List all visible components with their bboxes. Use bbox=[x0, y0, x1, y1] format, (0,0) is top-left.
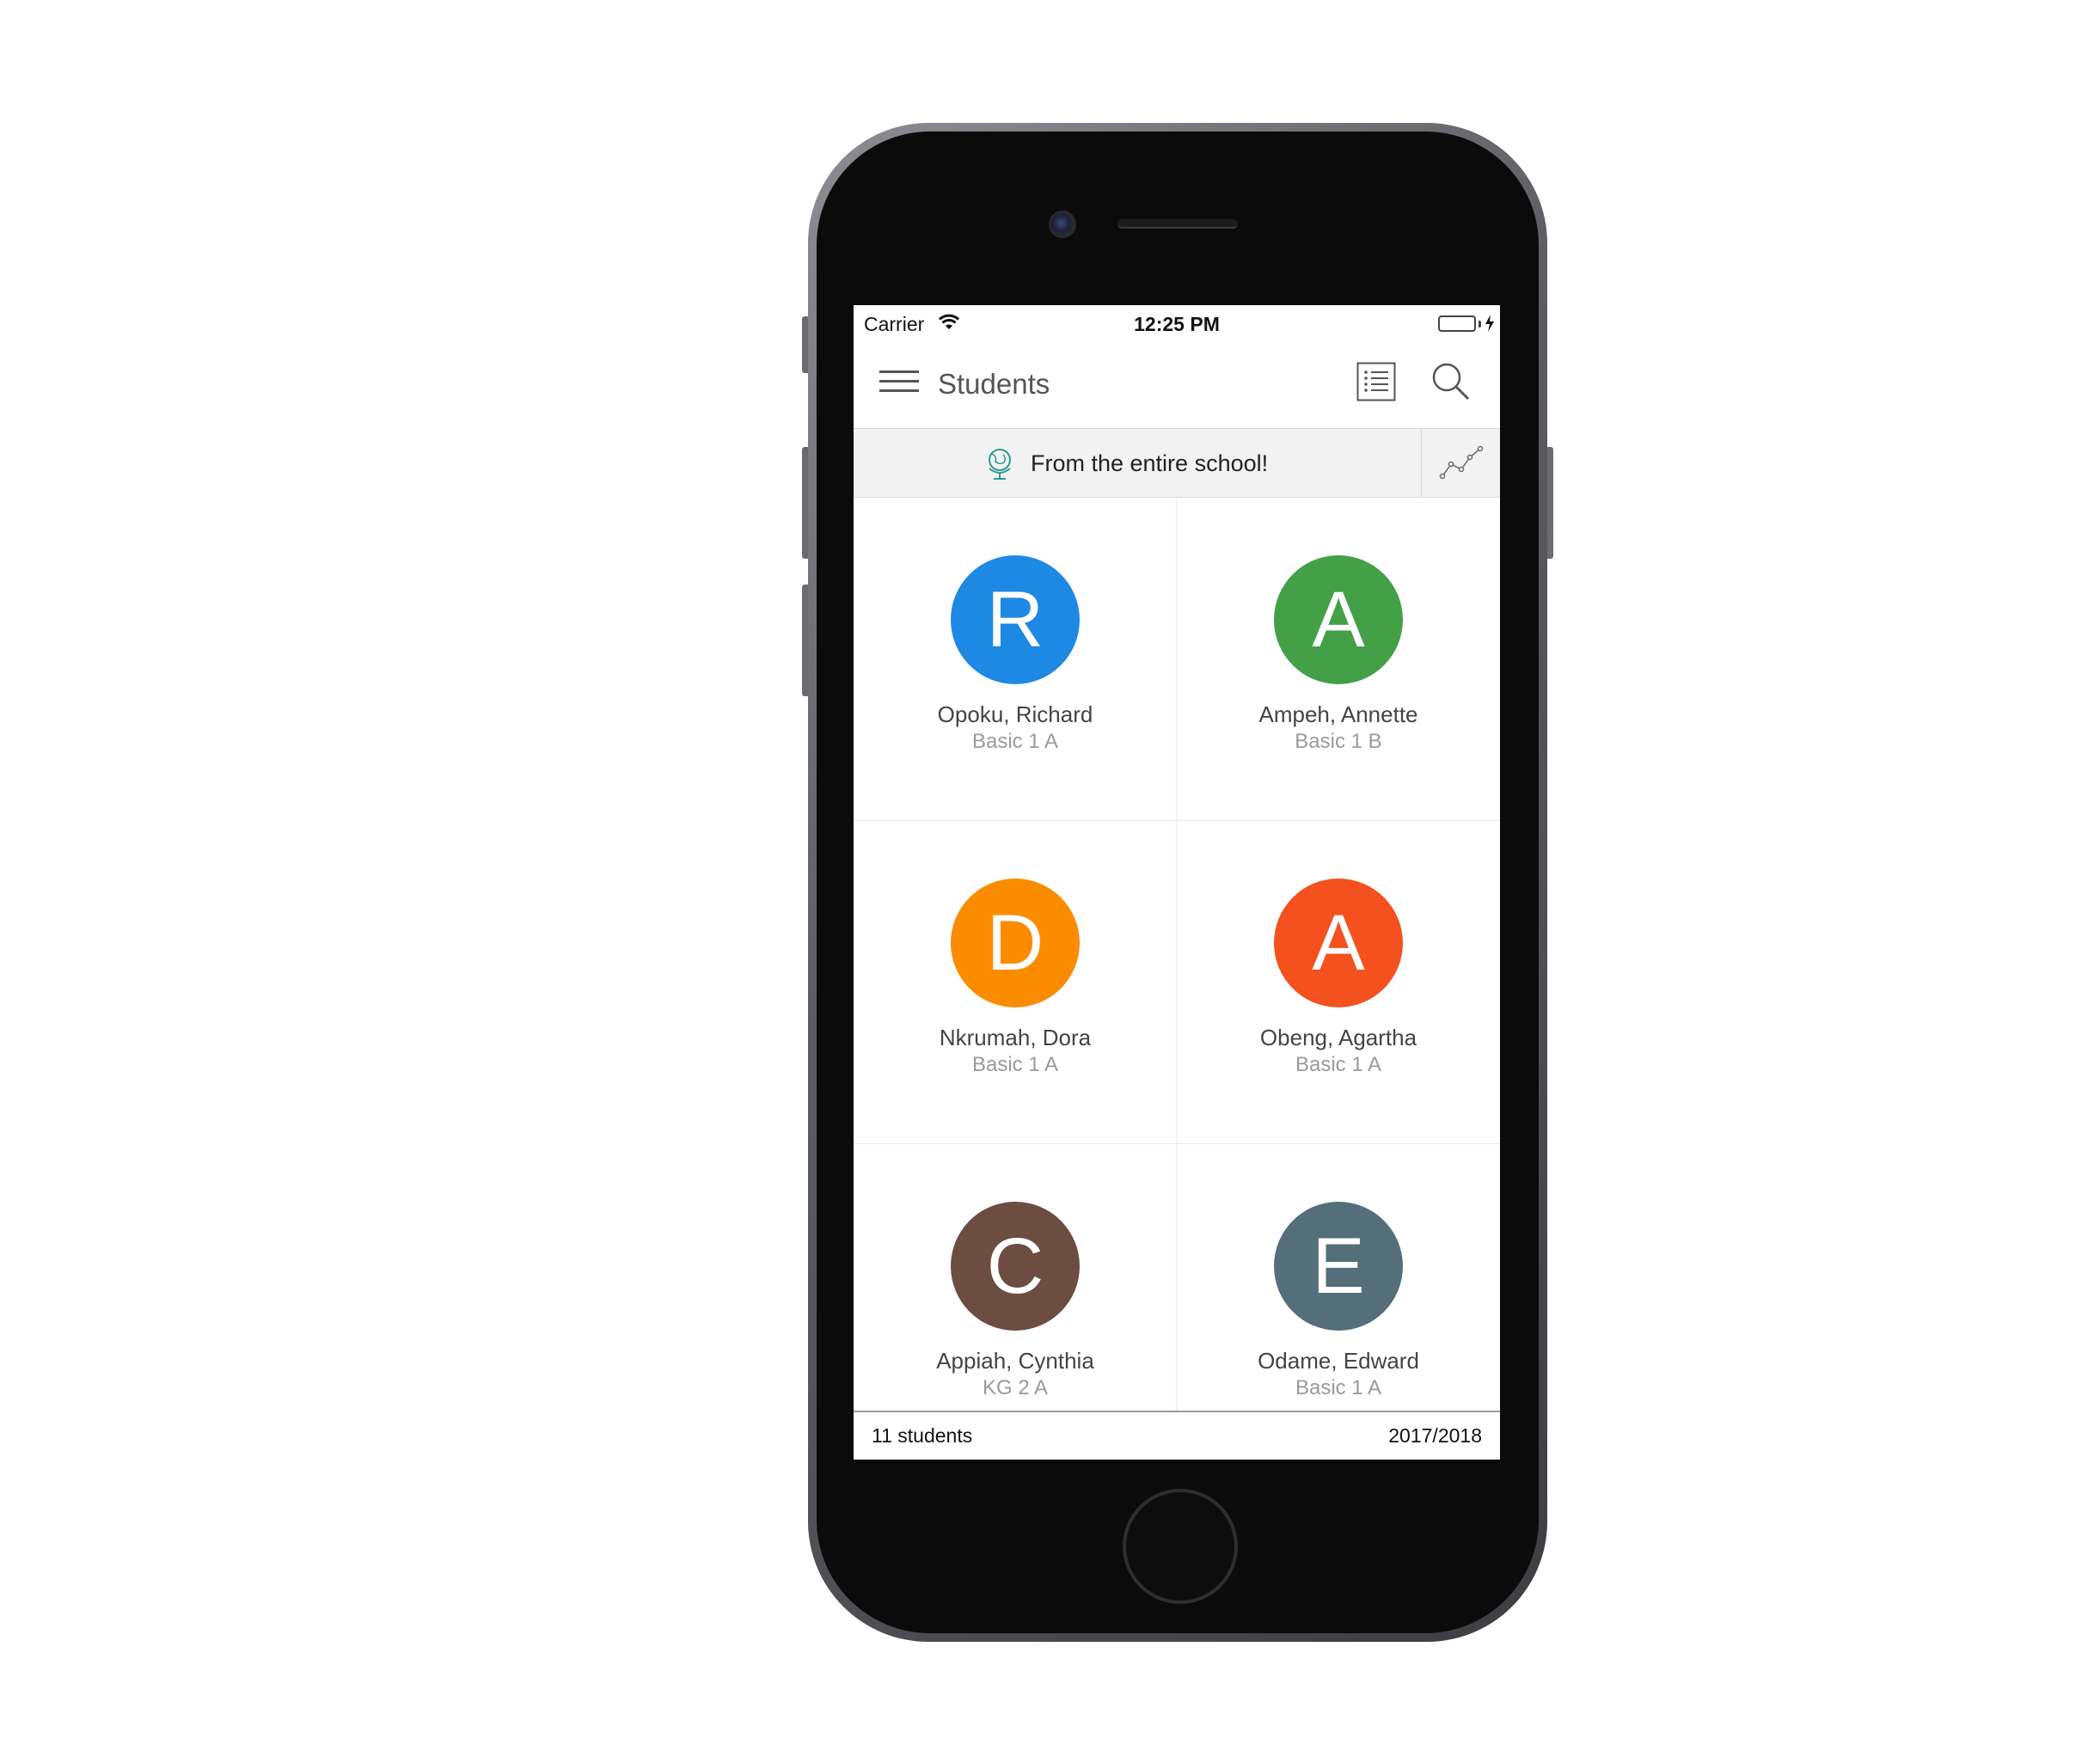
student-avatar: D bbox=[951, 878, 1080, 1007]
statistics-button[interactable] bbox=[1421, 429, 1500, 497]
student-card[interactable]: A Ampeh, Annette Basic 1 B bbox=[1177, 498, 1500, 821]
student-card[interactable]: C Appiah, Cynthia KG 2 A bbox=[854, 1144, 1177, 1411]
status-bar: Carrier 12:25 PM bbox=[854, 305, 1500, 343]
student-class: Basic 1 B bbox=[1295, 730, 1382, 753]
hamburger-menu-icon[interactable] bbox=[879, 370, 919, 396]
student-name: Opoku, Richard bbox=[937, 701, 1093, 727]
charging-bolt-icon bbox=[1485, 314, 1495, 337]
student-name: Nkrumah, Dora bbox=[939, 1025, 1092, 1050]
globe-icon bbox=[985, 446, 1014, 487]
student-name: Odame, Edward bbox=[1258, 1348, 1419, 1374]
battery-tip bbox=[1479, 321, 1481, 328]
student-class: Basic 1 A bbox=[1295, 1053, 1382, 1076]
student-name: Ampeh, Annette bbox=[1258, 701, 1418, 727]
student-class: Basic 1 A bbox=[971, 1053, 1059, 1076]
student-avatar: A bbox=[1274, 878, 1403, 1007]
status-time: 12:25 PM bbox=[1134, 313, 1220, 335]
student-name: Appiah, Cynthia bbox=[936, 1348, 1094, 1374]
student-class: KG 2 A bbox=[982, 1376, 1049, 1399]
app-screen: Carrier 12:25 PM Students From the entir… bbox=[854, 305, 1500, 1460]
student-card[interactable]: D Nkrumah, Dora Basic 1 A bbox=[854, 821, 1177, 1144]
line-chart-icon bbox=[1439, 445, 1484, 480]
student-grid: R Opoku, Richard Basic 1 A A Ampeh, Anne… bbox=[854, 498, 1500, 1411]
home-button[interactable] bbox=[1123, 1489, 1238, 1604]
footer-bar: 11 students 2017/2018 bbox=[854, 1411, 1500, 1460]
student-name: Obeng, Agartha bbox=[1259, 1025, 1417, 1050]
student-card[interactable]: A Obeng, Agartha Basic 1 A bbox=[1177, 821, 1500, 1144]
navigation-bar: Students bbox=[854, 343, 1500, 429]
student-avatar: C bbox=[951, 1202, 1080, 1331]
scope-selector[interactable]: From the entire school! bbox=[854, 429, 1421, 497]
student-count: 11 students bbox=[872, 1424, 973, 1447]
list-view-icon[interactable] bbox=[1356, 362, 1396, 406]
student-avatar: E bbox=[1274, 1202, 1403, 1331]
student-class: Basic 1 A bbox=[971, 730, 1059, 753]
student-class: Basic 1 A bbox=[1295, 1376, 1382, 1399]
earpiece-speaker bbox=[1117, 219, 1238, 229]
student-card[interactable]: R Opoku, Richard Basic 1 A bbox=[854, 498, 1177, 821]
scope-label: From the entire school! bbox=[1031, 450, 1269, 476]
front-camera bbox=[1049, 211, 1076, 238]
battery-icon bbox=[1438, 315, 1476, 332]
page-title: Students bbox=[938, 368, 1050, 400]
search-icon[interactable] bbox=[1430, 360, 1472, 407]
student-card[interactable]: E Odame, Edward Basic 1 A bbox=[1177, 1144, 1500, 1411]
school-year[interactable]: 2017/2018 bbox=[1388, 1424, 1482, 1448]
student-avatar: R bbox=[951, 555, 1080, 684]
student-avatar: A bbox=[1274, 555, 1403, 684]
scope-banner: From the entire school! bbox=[854, 429, 1500, 498]
